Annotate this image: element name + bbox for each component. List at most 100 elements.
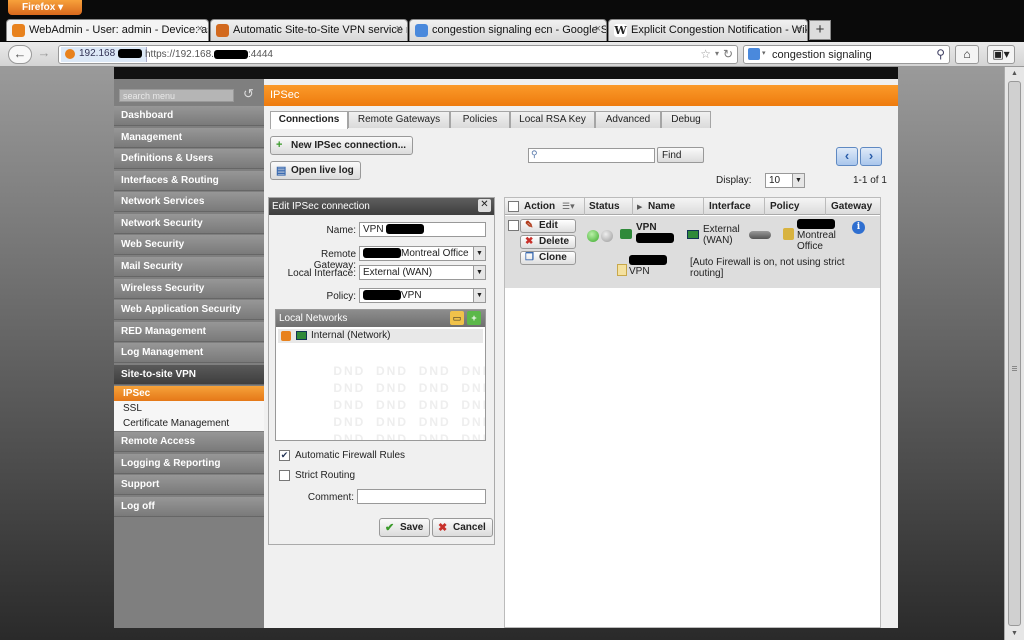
sidebar-item-log-off[interactable]: Log off [114, 497, 264, 517]
delete-icon[interactable] [281, 331, 291, 341]
cancel-icon: ✖ [438, 522, 448, 534]
tab-remote-gateways[interactable]: Remote Gateways [348, 111, 450, 128]
remote-gateway-select[interactable]: Montreal Office ▼ [359, 246, 486, 261]
tab-close-icon[interactable]: × [396, 23, 402, 35]
menu-search-input[interactable]: search menu [119, 89, 234, 102]
sidebar-item-web-security[interactable]: Web Security [114, 235, 264, 255]
tab-wikipedia[interactable]: W Explicit Congestion Notification - Wik… [608, 19, 808, 41]
reset-menu-icon[interactable]: ↺ [243, 86, 254, 102]
column-policy[interactable]: Policy [770, 201, 799, 212]
column-interface[interactable]: Interface [709, 201, 751, 212]
url-text[interactable]: https://192.168.:4444 [145, 49, 273, 60]
comment-field[interactable] [357, 489, 486, 504]
sidebar-item-network-services[interactable]: Network Services [114, 192, 264, 212]
column-menu-icon[interactable]: ☰▾ [562, 201, 575, 212]
status-enabled-icon[interactable] [587, 230, 599, 242]
search-engine-dropdown-icon[interactable]: ▾ [762, 49, 766, 57]
delete-button[interactable]: ✖ Delete [520, 235, 576, 249]
sidebar-item-network-security[interactable]: Network Security [114, 214, 264, 234]
sidebar-item-support[interactable]: Support [114, 475, 264, 495]
search-bar[interactable]: ▾ congestion signaling ⚲ [743, 45, 950, 64]
row-checkbox[interactable] [508, 220, 519, 231]
new-tab-button[interactable]: + [809, 20, 831, 40]
column-name[interactable]: Name [648, 201, 675, 212]
firefox-menu-button[interactable]: Firefox ▾ [8, 0, 82, 15]
search-icon[interactable]: ⚲ [936, 47, 945, 61]
local-interface-select[interactable]: External (WAN) ▼ [359, 265, 486, 280]
auto-firewall-checkbox[interactable]: ✔ [279, 450, 290, 461]
bookmark-star-icon[interactable]: ☆ [700, 47, 711, 61]
add-icon[interactable]: + [467, 311, 481, 325]
tab-vpn-service[interactable]: Automatic Site-to-Site VPN service re...… [210, 19, 408, 41]
cancel-button[interactable]: ✖ Cancel [432, 518, 493, 537]
sidebar-item-definitions-users[interactable]: Definitions & Users [114, 149, 264, 169]
folder-icon[interactable]: ▭ [450, 311, 464, 325]
scroll-up-icon[interactable]: ▲ [1011, 70, 1018, 77]
tab-webadmin[interactable]: WebAdmin - User: admin - Device: as... × [6, 19, 209, 41]
find-button[interactable]: Find [657, 147, 704, 163]
save-button[interactable]: ✔ Save [379, 518, 431, 537]
sidebar-item-remote-access[interactable]: Remote Access [114, 432, 264, 452]
find-input[interactable]: ⚲ [528, 148, 655, 163]
tab-connections[interactable]: Connections [270, 111, 348, 129]
home-icon[interactable]: ⌂ [955, 45, 979, 64]
local-network-item[interactable]: Internal (Network) [278, 329, 483, 343]
policy-select[interactable]: VPN ▼ [359, 288, 486, 303]
close-icon[interactable]: ✕ [478, 199, 491, 212]
addons-menu-icon[interactable]: ▣▾ [987, 45, 1015, 64]
edit-button[interactable]: ✎ Edit [520, 219, 576, 233]
scroll-down-icon[interactable]: ▼ [1011, 630, 1018, 637]
page-scrollbar[interactable]: ▲ ▼ [1004, 67, 1024, 640]
pencil-icon: ✎ [525, 220, 534, 231]
reload-icon[interactable]: ↻ [723, 47, 733, 61]
open-live-log-button[interactable]: ▤ Open live log [270, 161, 361, 180]
page-title: IPSec [264, 85, 898, 106]
edit-ipsec-panel: Edit IPSec connection ✕ Name: VPN Remote… [268, 197, 495, 545]
chevron-down-icon: ▼ [473, 289, 485, 302]
url-bar[interactable]: 192.168 https://192.168.:4444 ☆ ▾ ↻ [58, 45, 738, 64]
tab-close-icon[interactable]: × [197, 23, 203, 35]
site-identity[interactable]: 192.168 [61, 47, 147, 62]
sidebar-item-dashboard[interactable]: Dashboard [114, 106, 264, 126]
forward-icon[interactable]: → [33, 45, 55, 64]
name-field[interactable]: VPN [359, 222, 486, 237]
tab-local-rsa-key[interactable]: Local RSA Key [510, 111, 595, 128]
comment-label: Comment: [307, 492, 354, 503]
sidebar-item-red-management[interactable]: RED Management [114, 322, 264, 342]
tab-debug[interactable]: Debug [661, 111, 711, 128]
select-all-checkbox[interactable] [508, 201, 519, 212]
table-row[interactable]: ✎ Edit ✖ Delete ❐ Clone VPN External (WAN) [505, 216, 880, 288]
sidebar-item-interfaces-routing[interactable]: Interfaces & Routing [114, 171, 264, 191]
column-gateway[interactable]: Gateway [831, 201, 872, 212]
clone-icon: ❐ [525, 252, 534, 263]
tab-close-icon[interactable]: × [796, 23, 802, 35]
next-page-button[interactable]: › [860, 147, 882, 166]
sidebar-subitem-certificate-management[interactable]: Certificate Management [114, 416, 264, 431]
new-ipsec-connection-button[interactable]: + New IPSec connection... [270, 136, 414, 155]
sidebar-item-site-to-site-vpn[interactable]: Site-to-site VPN [114, 365, 264, 385]
sidebar-subitem-ssl[interactable]: SSL [114, 401, 264, 416]
tab-policies[interactable]: Policies [450, 111, 510, 128]
sidebar-item-management[interactable]: Management [114, 128, 264, 148]
sidebar-item-log-management[interactable]: Log Management [114, 343, 264, 363]
column-action[interactable]: Action [524, 201, 555, 212]
history-dropdown-icon[interactable]: ▾ [715, 49, 719, 58]
clone-button[interactable]: ❐ Clone [520, 251, 576, 265]
sidebar-item-logging-reporting[interactable]: Logging & Reporting [114, 454, 264, 474]
sidebar-item-mail-security[interactable]: Mail Security [114, 257, 264, 277]
sidebar-item-web-application-security[interactable]: Web Application Security [114, 300, 264, 320]
scrollbar-thumb[interactable] [1008, 81, 1021, 626]
tab-advanced[interactable]: Advanced [595, 111, 661, 128]
strict-routing-checkbox[interactable] [279, 470, 290, 481]
display-count-select[interactable]: 10 ▼ [765, 173, 805, 188]
sidebar-subitem-ipsec[interactable]: IPSec [114, 386, 264, 401]
previous-page-button[interactable]: ‹ [836, 147, 858, 166]
info-icon[interactable]: i [852, 221, 865, 234]
local-networks-box[interactable]: Local Networks ▭ + Internal (Network) DN… [275, 309, 486, 441]
tab-close-icon[interactable]: × [595, 23, 601, 35]
column-status[interactable]: Status [589, 201, 620, 212]
tab-google-search[interactable]: congestion signaling ecn - Google Se... … [409, 19, 607, 41]
back-icon[interactable]: ← [8, 45, 32, 64]
sidebar-item-wireless-security[interactable]: Wireless Security [114, 279, 264, 299]
tab-title: Automatic Site-to-Site VPN service re... [233, 24, 408, 36]
